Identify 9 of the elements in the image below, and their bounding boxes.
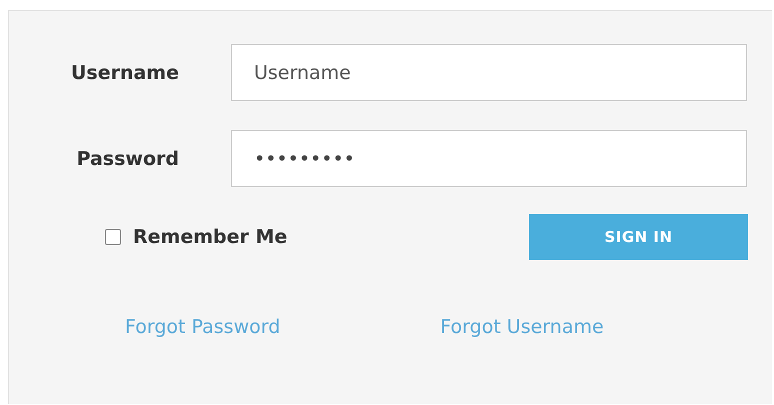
link[interactable]: Forgot Password — [125, 316, 280, 338]
link[interactable]: Forgot Username — [440, 316, 604, 338]
field-label: Username — [70, 62, 180, 84]
input-field[interactable]: Username — [231, 44, 747, 101]
checkbox-label: Remember Me — [133, 226, 288, 248]
sign-in-button[interactable]: SIGN IN — [529, 214, 748, 260]
input-field[interactable]: ••••••••• — [231, 130, 747, 187]
checkbox[interactable] — [105, 229, 121, 245]
field-label: Password — [76, 148, 180, 170]
